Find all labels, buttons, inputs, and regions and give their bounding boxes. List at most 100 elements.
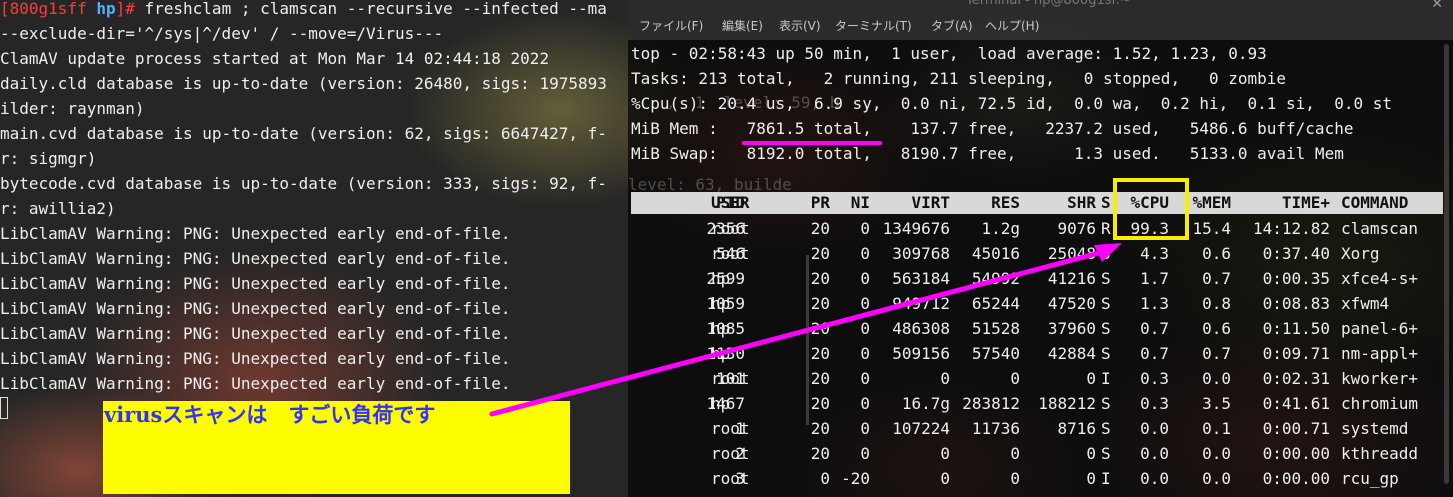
terminal-output-line: LibClamAV Warning: PNG: Unexpected early… [0,374,511,393]
callout-text: virusスキャンは すごい負荷です [104,402,436,427]
process-shr-cell: 47520 [1047,294,1096,313]
process-time-cell: 0:00.71 [1262,419,1330,438]
process-res-cell: 45016 [971,244,1020,263]
column-header-shr: SHR [1067,193,1096,212]
process-mem-cell: 0.7 [1202,344,1231,363]
terminal-output-line: main.cvd database is up-to-date (version… [0,124,607,143]
process-mem-cell: 0.6 [1202,319,1231,338]
process-ni-cell: 0 [860,219,870,238]
process-ni-cell: 0 [860,269,870,288]
process-res-cell: 65244 [971,294,1020,313]
terminal-output-line: daily.cld database is up-to-date (versio… [0,74,607,93]
process-virt-cell: 563184 [892,269,950,288]
process-time-cell: 14:12.82 [1252,219,1330,238]
process-time-cell: 0:11.50 [1262,319,1330,338]
process-user-cell: root [711,469,750,488]
process-time-cell: 0:08.83 [1262,294,1330,313]
process-ni-cell: 0 [860,294,870,313]
process-user-cell: root [711,444,750,463]
process-command-cell: rcu_gp [1341,469,1399,488]
top-uptime-line: top - 02:58:43 up 50 min, 1 user, load a… [631,44,1267,63]
column-header-res: RES [991,193,1020,212]
process-command-cell: xfce4-s+ [1341,269,1419,288]
terminal-output-line: ClamAV update process started at Mon Mar… [0,49,550,68]
column-header-pr: PR [810,193,830,212]
process-shr-cell: 37960 [1047,319,1096,338]
process-command-cell: Xorg [1341,244,1380,263]
process-ni-cell: -20 [841,469,870,488]
process-res-cell: 283812 [962,394,1020,413]
process-user-cell: hp [711,294,731,313]
process-virt-cell: 16.7g [901,394,950,413]
process-pr-cell: 20 [810,244,830,263]
process-mem-cell: 0.0 [1202,469,1231,488]
command-text: freshclam ; clamscan --recursive --infec… [144,0,607,18]
process-pr-cell: 20 [810,419,830,438]
process-mem-cell: 0.0 [1202,444,1231,463]
terminal-output-line: bytecode.cvd database is up-to-date (ver… [0,174,607,193]
process-ni-cell: 0 [860,394,870,413]
command-line: [800g1sff hp]# freshclam ; clamscan --re… [0,0,607,21]
process-res-cell: 57540 [971,344,1020,363]
process-pr-cell: 20 [810,269,830,288]
process-command-cell: chromium [1341,394,1419,413]
process-res-cell: 54992 [971,269,1020,288]
terminal-output-line: LibClamAV Warning: PNG: Unexpected early… [0,349,511,368]
process-cpu-cell: 0.0 [1140,469,1169,488]
process-mem-cell: 0.1 [1202,419,1231,438]
terminal-output-line: ilder: raynman) [0,99,145,118]
terminal-output-line: LibClamAV Warning: PNG: Unexpected early… [0,224,511,243]
process-shr-cell: 0 [1086,444,1096,463]
process-cpu-cell: 0.3 [1140,394,1169,413]
process-user-cell: hp [711,269,731,288]
prompt-end: ]# [115,0,145,18]
process-cpu-cell: 4.3 [1140,244,1169,263]
process-res-cell: 51528 [971,319,1020,338]
terminal-output-line: LibClamAV Warning: PNG: Unexpected early… [0,299,511,318]
process-time-cell: 0:00.35 [1262,269,1330,288]
process-mem-cell: 0.0 [1202,369,1231,388]
process-ni-cell: 0 [860,344,870,363]
process-cpu-cell: 1.3 [1140,294,1169,313]
process-res-cell: 11736 [971,419,1020,438]
process-shr-cell: 0 [1086,469,1096,488]
process-ni-cell: 0 [860,244,870,263]
process-user-cell: root [711,369,750,388]
terminal-output-line: r: sigmgr) [0,149,97,168]
process-mem-cell: 0.6 [1202,244,1231,263]
process-res-cell: 0 [1010,369,1020,388]
column-header-command: COMMAND [1341,193,1409,212]
process-pr-cell: 20 [810,219,830,238]
process-pr-cell: 20 [810,444,830,463]
process-virt-cell: 949712 [892,294,950,313]
process-user-cell: hp [711,394,731,413]
process-virt-cell: 0 [940,469,950,488]
process-command-cell: clamscan [1341,219,1419,238]
prompt-host: hp [96,0,116,18]
process-command-cell: xfwm4 [1341,294,1390,313]
process-virt-cell: 0 [940,369,950,388]
process-pr-cell: 20 [810,369,830,388]
process-cpu-cell: 0.7 [1140,344,1169,363]
process-shr-cell: 9076 [1057,219,1096,238]
column-header-ni: NI [850,193,870,212]
process-mem-cell: 0.7 [1202,269,1231,288]
process-cpu-cell: 0.7 [1140,319,1169,338]
process-user-cell: hp [711,344,731,363]
process-shr-cell: 8716 [1057,419,1096,438]
terminal-cursor [0,397,8,419]
process-shr-cell: 41216 [1047,269,1096,288]
top-swap-line: MiB Swap: 8192.0 total, 8190.7 free, 1.3… [631,144,1344,163]
column-header-time: TIME+ [1281,193,1330,212]
process-pr-cell: 20 [810,294,830,313]
process-time-cell: 0:00.00 [1262,469,1330,488]
process-time-cell: 0:02.31 [1262,369,1330,388]
column-header-user: USER [711,193,750,212]
left-terminal[interactable]: [800g1sff hp]# freshclam ; clamscan --re… [0,0,628,420]
top-mem-line: MiB Mem : 7861.5 total, 137.7 free, 2237… [631,119,1354,138]
process-cpu-cell: 0.0 [1140,419,1169,438]
process-time-cell: 0:00.00 [1262,444,1330,463]
terminal-output-line: LibClamAV Warning: PNG: Unexpected early… [0,324,511,343]
process-time-cell: 0:41.61 [1262,394,1330,413]
process-pr-cell: 20 [810,394,830,413]
